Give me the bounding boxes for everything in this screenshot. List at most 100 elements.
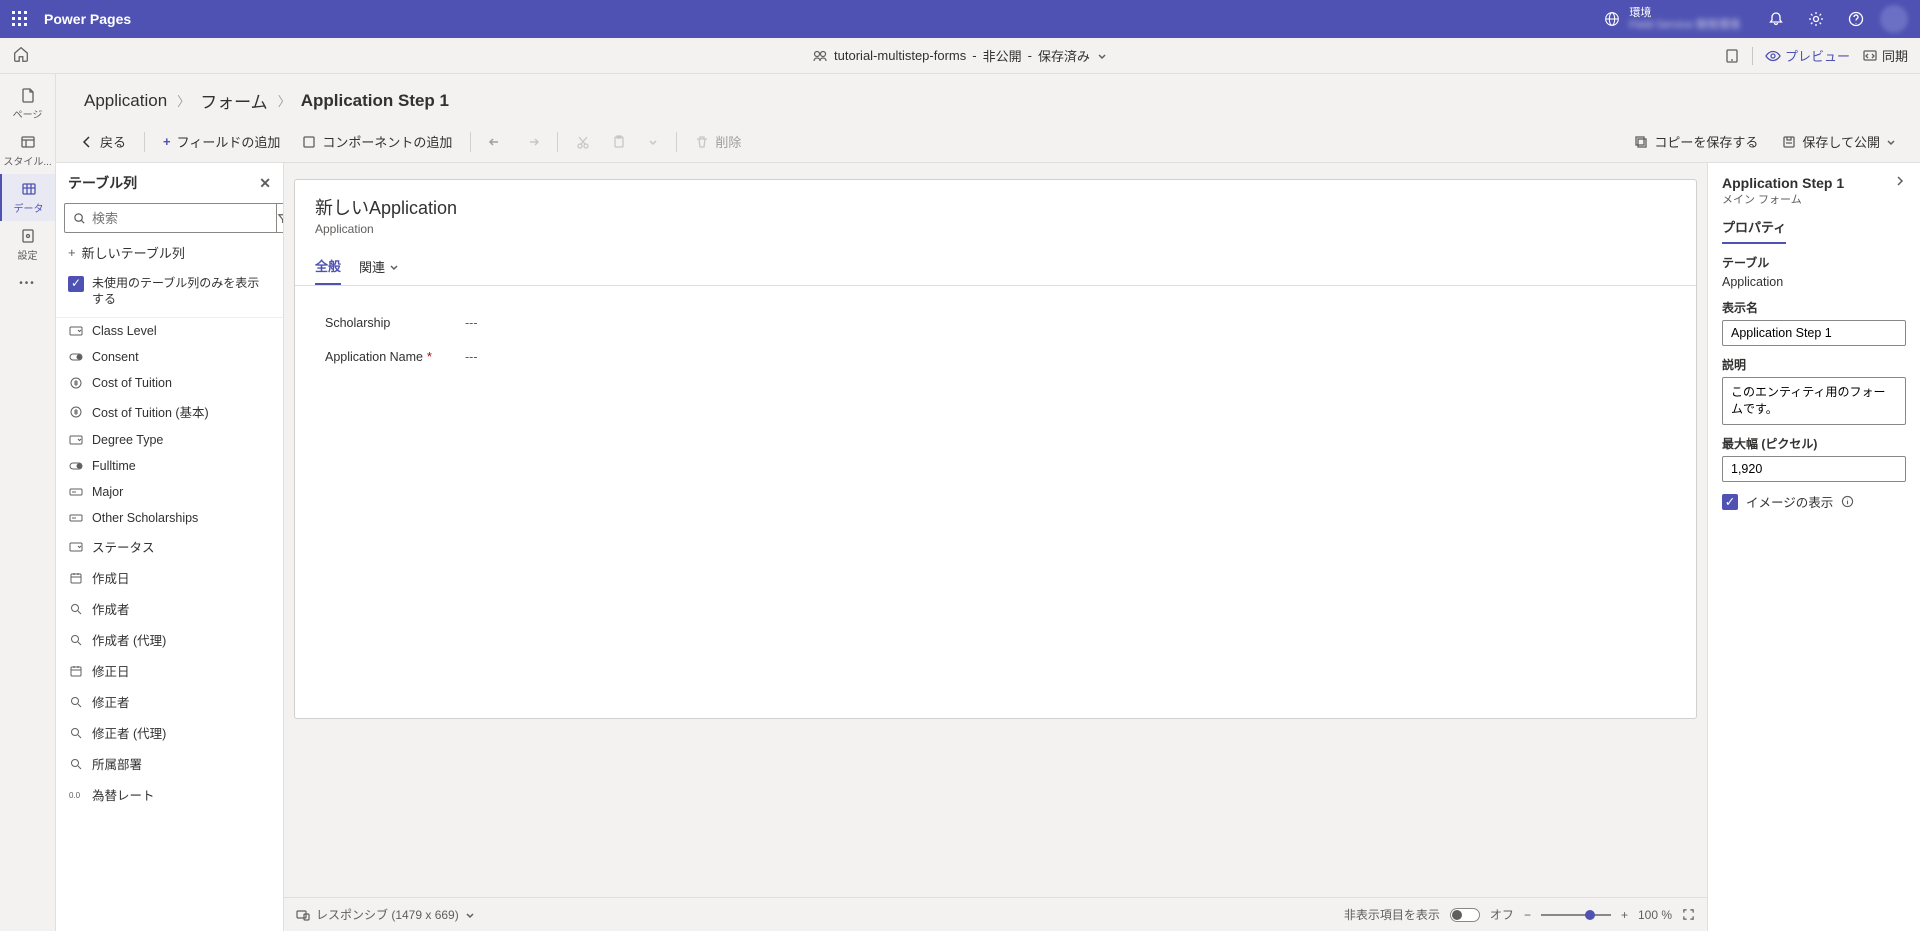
globe-icon [1603, 10, 1621, 28]
nav-data[interactable]: データ [0, 174, 55, 221]
zoom-slider[interactable] [1541, 914, 1611, 916]
search-icon [73, 212, 86, 225]
table-columns-panel: テーブル列 ✕ +新しいテーブル列 ✓ 未使用のテーブル列のみを表示する Cla… [56, 163, 284, 931]
fit-icon[interactable] [1682, 908, 1695, 921]
preview-button[interactable]: プレビュー [1765, 46, 1850, 65]
column-item[interactable]: 修正者 (代理) [56, 717, 283, 748]
column-item[interactable]: Other Scholarships [56, 505, 283, 531]
add-field-button[interactable]: +フィールドの追加 [155, 127, 288, 156]
column-item[interactable]: 修正日 [56, 655, 283, 686]
nav-pages[interactable]: ページ [0, 80, 55, 127]
form-field[interactable]: Application Name*--- [325, 340, 1666, 374]
zoom-value: 100 % [1638, 908, 1672, 922]
column-item[interactable]: Fulltime [56, 453, 283, 479]
table-label: テーブル [1722, 254, 1906, 271]
notifications-icon[interactable] [1760, 3, 1792, 35]
nav-settings[interactable]: 設定 [0, 221, 55, 268]
chevron-right-icon[interactable] [1894, 175, 1906, 187]
paste-dropdown [640, 132, 666, 152]
cut-button [568, 130, 598, 154]
tablet-icon[interactable] [1724, 48, 1740, 64]
prop-title: Application Step 1 [1722, 175, 1844, 191]
back-button[interactable]: 戻る [72, 127, 134, 156]
form-card[interactable]: 新しいApplication Application 全般 関連 Scholar… [294, 179, 1697, 719]
new-column-button[interactable]: +新しいテーブル列 [56, 233, 283, 272]
toggle-off-label: オフ [1490, 906, 1514, 923]
column-item[interactable]: Cost of Tuition [56, 370, 283, 396]
description-input[interactable] [1722, 377, 1906, 425]
nav-style[interactable]: スタイル... [0, 127, 55, 174]
sub-bar: tutorial-multistep-forms - 非公開 - 保存済み プレ… [0, 38, 1920, 74]
site-icon [812, 48, 828, 64]
undo-button[interactable] [481, 130, 511, 154]
zoom-out[interactable]: − [1524, 908, 1531, 922]
chevron-down-icon [465, 910, 475, 920]
form-subtitle: Application [315, 222, 1676, 236]
column-item[interactable]: Consent [56, 344, 283, 370]
max-width-input[interactable] [1722, 456, 1906, 482]
description-label: 説明 [1722, 356, 1906, 373]
user-avatar[interactable] [1880, 5, 1908, 33]
nav-more[interactable]: ••• [0, 268, 55, 298]
hidden-items-label: 非表示項目を表示 [1344, 906, 1440, 923]
zoom-in[interactable]: + [1621, 908, 1628, 922]
column-item[interactable]: 0.0為替レート [56, 779, 283, 810]
column-item[interactable]: Major [56, 479, 283, 505]
close-icon[interactable]: ✕ [259, 175, 271, 192]
save-copy-button[interactable]: コピーを保存する [1626, 127, 1766, 156]
delete-button: 削除 [687, 127, 749, 156]
table-value: Application [1722, 275, 1906, 289]
tab-general[interactable]: 全般 [315, 250, 341, 285]
env-name: Field Service 開発環境 [1629, 19, 1740, 31]
env-label: 環境 [1629, 7, 1740, 19]
environment-picker[interactable]: 環境Field Service 開発環境 [1603, 7, 1740, 31]
site-name: tutorial-multistep-forms [834, 48, 966, 63]
column-item[interactable]: 作成者 [56, 593, 283, 624]
filter-button[interactable] [276, 203, 284, 233]
column-list: Class LevelConsentCost of TuitionCost of… [56, 317, 283, 931]
properties-panel: Application Step 1 メイン フォーム プロパティ テーブル A… [1707, 163, 1920, 931]
tab-related[interactable]: 関連 [359, 250, 399, 285]
app-launcher-icon[interactable] [12, 11, 28, 27]
column-item[interactable]: 所属部署 [56, 748, 283, 779]
column-item[interactable]: Degree Type [56, 427, 283, 453]
home-icon[interactable] [12, 45, 30, 66]
show-image-checkbox[interactable]: ✓ [1722, 494, 1738, 510]
save-publish-button[interactable]: 保存して公開 [1774, 127, 1904, 156]
nav-rail: ページ スタイル... データ 設定 ••• [0, 74, 56, 931]
column-item[interactable]: Class Level [56, 318, 283, 344]
column-item[interactable]: 作成者 (代理) [56, 624, 283, 655]
status-bar: レスポンシブ (1479 x 669) 非表示項目を表示 オフ − + 100 … [284, 897, 1707, 931]
columns-title: テーブル列 [68, 173, 137, 193]
search-input[interactable] [64, 203, 276, 233]
column-item[interactable]: ステータス [56, 531, 283, 562]
sync-button[interactable]: 同期 [1862, 46, 1908, 65]
crumb-application[interactable]: Application [84, 91, 167, 111]
app-title: Power Pages [44, 11, 131, 27]
paste-button [604, 130, 634, 154]
form-field[interactable]: Scholarship--- [325, 306, 1666, 340]
info-icon[interactable] [1841, 495, 1854, 508]
show-image-label: イメージの表示 [1746, 492, 1833, 511]
display-name-input[interactable] [1722, 320, 1906, 346]
unused-only-label: 未使用のテーブル列のみを表示する [92, 276, 271, 307]
prop-tab-properties[interactable]: プロパティ [1722, 217, 1786, 244]
crumb-forms[interactable]: フォーム [200, 88, 268, 113]
display-name-label: 表示名 [1722, 299, 1906, 316]
crumb-current: Application Step 1 [301, 91, 449, 111]
svg-text:0.0: 0.0 [69, 791, 81, 800]
unused-only-checkbox[interactable]: ✓ [68, 276, 84, 292]
column-item[interactable]: Cost of Tuition (基本) [56, 396, 283, 427]
column-item[interactable]: 修正者 [56, 686, 283, 717]
site-visibility: 非公開 [983, 46, 1022, 65]
max-width-label: 最大幅 (ピクセル) [1722, 435, 1906, 452]
help-icon[interactable] [1840, 3, 1872, 35]
redo-button [517, 130, 547, 154]
add-component-button[interactable]: コンポーネントの追加 [294, 127, 460, 156]
form-canvas: 新しいApplication Application 全般 関連 Scholar… [284, 163, 1707, 931]
column-item[interactable]: 作成日 [56, 562, 283, 593]
settings-icon[interactable] [1800, 3, 1832, 35]
chevron-down-icon[interactable] [1096, 50, 1108, 62]
hidden-items-toggle[interactable] [1450, 908, 1480, 922]
responsive-indicator[interactable]: レスポンシブ (1479 x 669) [296, 906, 475, 923]
